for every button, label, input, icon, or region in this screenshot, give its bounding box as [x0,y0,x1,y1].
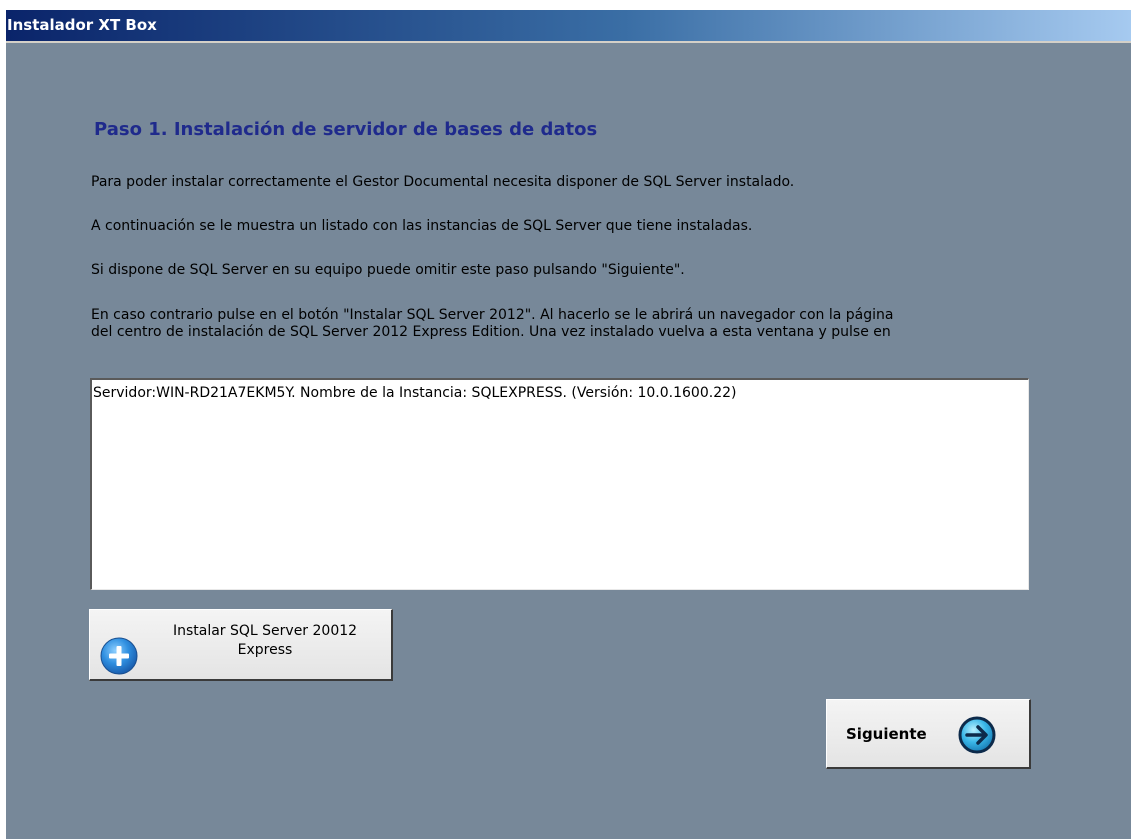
list-item[interactable]: Servidor:WIN-RD21A7EKM5Y. Nombre de la I… [92,380,1028,401]
window-title-bar[interactable]: Instalador XT Box [6,10,1131,41]
title-bar-divider [6,41,1131,43]
install-sql-server-button[interactable]: Instalar SQL Server 20012 Express [89,609,393,681]
sql-instances-list[interactable]: Servidor:WIN-RD21A7EKM5Y. Nombre de la I… [90,378,1029,590]
install-button-label: Instalar SQL Server 20012 Express [150,622,380,660]
next-button-label: Siguiente [846,725,927,743]
install-info-paragraph-line2: del centro de instalación de SQL Server … [91,324,891,340]
plus-circle-icon [100,637,138,675]
step-heading: Paso 1. Instalación de servidor de bases… [94,119,598,140]
install-info-paragraph-line1: En caso contrario pulse en el botón "Ins… [91,307,894,323]
install-button-label-line1: Instalar SQL Server 20012 [172,623,358,639]
installer-window: Instalador XT Box Paso 1. Instalación de… [6,10,1131,839]
arrow-right-circle-icon [958,716,996,754]
skip-info-paragraph: Si dispone de SQL Server en su equipo pu… [91,262,685,278]
instances-info-paragraph: A continuación se le muestra un listado … [91,218,753,234]
intro-paragraph: Para poder instalar correctamente el Ges… [91,174,795,190]
window-title: Instalador XT Box [7,16,157,34]
install-button-label-line2: Express [237,642,293,658]
next-button[interactable]: Siguiente [826,699,1031,769]
